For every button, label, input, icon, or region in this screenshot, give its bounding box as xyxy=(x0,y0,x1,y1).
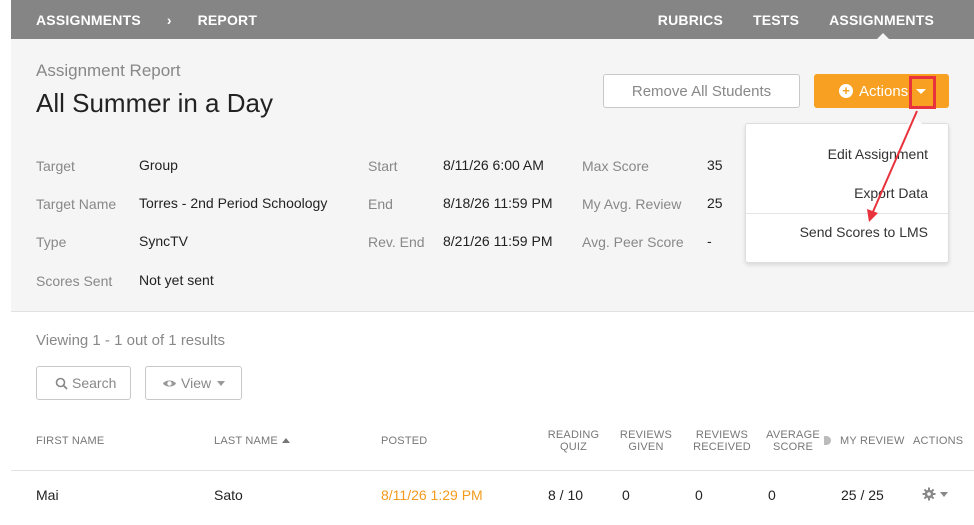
menu-divider xyxy=(746,213,948,214)
view-button-label: View xyxy=(181,375,212,391)
column-header-my-review[interactable]: MY REVIEW xyxy=(840,435,905,447)
info-icon[interactable] xyxy=(824,436,831,445)
column-header-reviews-given[interactable]: REVIEWS GIVEN xyxy=(616,429,676,453)
target-label: Target xyxy=(36,158,75,174)
top-nav-bar: ASSIGNMENTS › REPORT RUBRICS TESTS ASSIG… xyxy=(11,0,974,39)
end-label: End xyxy=(368,196,393,212)
target-value: Group xyxy=(139,157,178,173)
scores-sent-label: Scores Sent xyxy=(36,273,113,289)
actions-dropdown-menu: Edit Assignment Export Data Send Scores … xyxy=(745,117,949,263)
results-count: Viewing 1 - 1 out of 1 results xyxy=(36,332,225,349)
column-header-reviews-received[interactable]: REVIEWS RECEIVED xyxy=(690,429,754,453)
remove-all-students-button[interactable]: Remove All Students xyxy=(603,74,800,108)
cell-first-name: Mai xyxy=(36,487,59,503)
start-value: 8/11/26 6:00 AM xyxy=(443,157,544,173)
rev-end-value: 8/21/26 11:59 PM xyxy=(443,233,553,249)
menu-item-send-scores-to-lms[interactable]: Send Scores to LMS xyxy=(800,224,928,240)
search-button-label: Search xyxy=(72,375,117,391)
cell-last-name: Sato xyxy=(214,487,243,503)
actions-button-label: Actions xyxy=(859,82,909,100)
max-score-value: 35 xyxy=(707,157,723,173)
breadcrumb: ASSIGNMENTS › REPORT xyxy=(36,0,257,39)
column-header-last-name-label: LAST NAME xyxy=(214,435,278,447)
table-divider xyxy=(11,470,974,471)
breadcrumb-assignments[interactable]: ASSIGNMENTS xyxy=(36,12,141,28)
target-name-value: Torres - 2nd Period Schoology xyxy=(139,195,328,211)
plus-circle-icon: + xyxy=(839,84,853,98)
my-avg-review-label: My Avg. Review xyxy=(582,196,682,212)
cell-my-review[interactable]: 25 / 25 xyxy=(841,487,884,503)
column-header-first-name[interactable]: FIRST NAME xyxy=(36,435,104,447)
search-button[interactable]: Search xyxy=(36,366,131,400)
column-header-last-name[interactable]: LAST NAME xyxy=(214,435,290,447)
rev-end-label: Rev. End xyxy=(368,234,425,250)
menu-item-export-data[interactable]: Export Data xyxy=(854,185,928,201)
start-label: Start xyxy=(368,158,398,174)
nav-link-rubrics[interactable]: RUBRICS xyxy=(658,12,723,28)
avg-peer-score-label: Avg. Peer Score xyxy=(582,234,684,250)
view-dropdown-button[interactable]: View xyxy=(145,366,242,400)
avg-peer-score-value: - xyxy=(707,233,712,249)
cell-reading-quiz[interactable]: 8 / 10 xyxy=(548,487,583,503)
sort-ascending-icon xyxy=(281,437,290,443)
cell-posted[interactable]: 8/11/26 1:29 PM xyxy=(381,487,483,503)
breadcrumb-report[interactable]: REPORT xyxy=(198,12,258,28)
max-score-label: Max Score xyxy=(582,158,649,174)
chevron-down-icon xyxy=(940,491,948,497)
column-header-reading-quiz[interactable]: READING QUIZ xyxy=(541,429,606,453)
row-actions-button[interactable] xyxy=(922,487,948,501)
type-value: SyncTV xyxy=(139,233,189,249)
type-label: Type xyxy=(36,234,67,250)
chevron-down-icon xyxy=(217,380,226,386)
cell-average-score: 0 xyxy=(768,487,776,503)
target-name-label: Target Name xyxy=(36,196,117,212)
annotation-highlight-box xyxy=(909,76,936,109)
nav-link-assignments[interactable]: ASSIGNMENTS xyxy=(829,12,934,28)
column-header-actions: ACTIONS xyxy=(913,435,964,447)
breadcrumb-separator: › xyxy=(166,11,172,28)
my-avg-review-value: 25 xyxy=(707,195,723,211)
eye-icon xyxy=(163,380,176,386)
dropdown-pointer xyxy=(908,117,922,124)
cell-reviews-received: 0 xyxy=(695,487,703,503)
end-value: 8/18/26 11:59 PM xyxy=(443,195,553,211)
menu-item-edit-assignment[interactable]: Edit Assignment xyxy=(828,146,928,162)
column-header-average-score[interactable]: AVERAGE SCORE xyxy=(764,429,822,453)
scores-sent-value: Not yet sent xyxy=(139,272,214,288)
nav-link-tests[interactable]: TESTS xyxy=(753,12,799,28)
column-header-posted[interactable]: POSTED xyxy=(381,435,427,447)
search-icon xyxy=(55,377,68,390)
page-subtitle: Assignment Report xyxy=(36,61,181,80)
gear-icon xyxy=(922,487,936,501)
page-title: All Summer in a Day xyxy=(36,88,273,118)
cell-reviews-given: 0 xyxy=(622,487,630,503)
